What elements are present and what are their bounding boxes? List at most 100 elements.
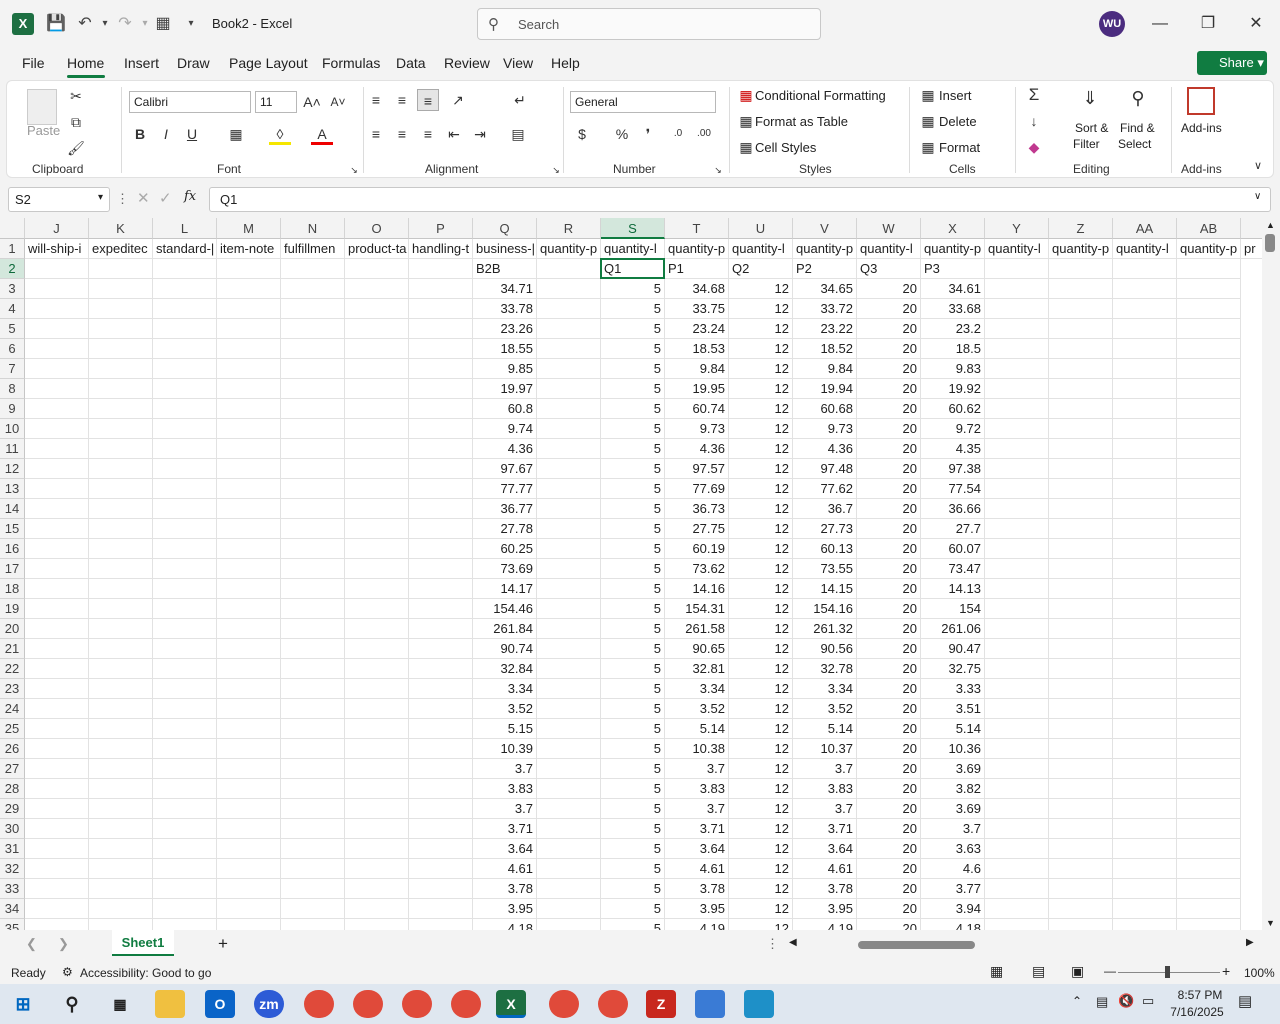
empty-cell[interactable] xyxy=(1177,399,1241,419)
row-header-34[interactable]: 34 xyxy=(0,899,25,919)
empty-cell[interactable] xyxy=(25,679,89,699)
menu-file[interactable]: File xyxy=(22,55,45,71)
data-cell[interactable]: 97.67 xyxy=(473,459,537,479)
data-cell[interactable]: 73.47 xyxy=(921,559,985,579)
paste-icon[interactable] xyxy=(27,89,57,125)
data-cell[interactable]: 20 xyxy=(857,739,921,759)
empty-cell[interactable] xyxy=(153,419,217,439)
data-cell[interactable]: 97.57 xyxy=(665,459,729,479)
data-cell[interactable]: 12 xyxy=(729,699,793,719)
column-header-z[interactable]: Z xyxy=(1049,218,1113,239)
chrome-profile-2-icon[interactable] xyxy=(353,990,383,1018)
empty-cell[interactable] xyxy=(985,419,1049,439)
empty-cell[interactable] xyxy=(25,719,89,739)
empty-cell[interactable] xyxy=(1049,419,1113,439)
data-cell[interactable]: 5 xyxy=(601,519,665,539)
data-cell[interactable]: 3.7 xyxy=(473,759,537,779)
data-cell[interactable]: 12 xyxy=(729,599,793,619)
empty-cell[interactable] xyxy=(25,659,89,679)
empty-cell[interactable] xyxy=(537,479,601,499)
cancel-icon[interactable]: ✕ xyxy=(137,189,150,207)
empty-cell[interactable] xyxy=(409,519,473,539)
row-header-14[interactable]: 14 xyxy=(0,499,25,519)
empty-cell[interactable] xyxy=(281,819,345,839)
empty-cell[interactable] xyxy=(1177,659,1241,679)
data-cell[interactable]: 5 xyxy=(601,699,665,719)
user-avatar[interactable]: WU xyxy=(1099,11,1125,37)
empty-cell[interactable] xyxy=(537,619,601,639)
row2-cell-t[interactable]: P1 xyxy=(665,259,729,279)
empty-cell[interactable] xyxy=(281,599,345,619)
empty-cell[interactable] xyxy=(217,799,281,819)
empty-cell[interactable] xyxy=(25,639,89,659)
data-cell[interactable]: 5 xyxy=(601,359,665,379)
row-header-25[interactable]: 25 xyxy=(0,719,25,739)
data-cell[interactable]: 4.36 xyxy=(793,439,857,459)
empty-cell[interactable] xyxy=(153,379,217,399)
calculator-taskbar-icon[interactable] xyxy=(695,990,725,1018)
row-header-20[interactable]: 20 xyxy=(0,619,25,639)
data-cell[interactable]: 36.7 xyxy=(793,499,857,519)
menu-data[interactable]: Data xyxy=(396,55,426,71)
data-cell[interactable]: 20 xyxy=(857,539,921,559)
empty-cell[interactable] xyxy=(217,919,281,930)
empty-cell[interactable] xyxy=(409,619,473,639)
empty-cell[interactable] xyxy=(217,579,281,599)
empty-cell[interactable] xyxy=(985,879,1049,899)
header-cell[interactable]: quantity-l xyxy=(857,239,921,259)
data-cell[interactable]: 3.7 xyxy=(665,759,729,779)
more-options-icon[interactable]: ⋮ xyxy=(116,191,129,207)
data-cell[interactable]: 261.06 xyxy=(921,619,985,639)
empty-cell[interactable] xyxy=(985,759,1049,779)
empty-cell[interactable] xyxy=(409,539,473,559)
data-cell[interactable]: 12 xyxy=(729,359,793,379)
data-cell[interactable]: 3.64 xyxy=(473,839,537,859)
accessibility-status[interactable]: Accessibility: Good to go xyxy=(80,966,211,980)
minimize-icon[interactable]: — xyxy=(1148,12,1172,36)
data-cell[interactable]: 3.52 xyxy=(665,699,729,719)
empty-cell[interactable] xyxy=(217,359,281,379)
format-cells-icon[interactable]: ▦ xyxy=(917,136,939,158)
empty-cell[interactable] xyxy=(89,839,153,859)
data-cell[interactable]: 19.94 xyxy=(793,379,857,399)
data-cell[interactable]: 5 xyxy=(601,619,665,639)
active-cell-selection[interactable] xyxy=(600,258,665,279)
empty-cell[interactable] xyxy=(217,279,281,299)
empty-cell[interactable] xyxy=(537,679,601,699)
scroll-up-icon[interactable]: ▲ xyxy=(1266,220,1275,230)
data-cell[interactable]: 9.83 xyxy=(921,359,985,379)
empty-cell[interactable] xyxy=(89,739,153,759)
header-cell[interactable]: business-| xyxy=(473,239,537,259)
undo-icon[interactable]: ↶ xyxy=(74,14,96,34)
sort-filter-label-1[interactable]: Sort & xyxy=(1075,121,1108,135)
empty-cell[interactable] xyxy=(217,759,281,779)
empty-cell[interactable] xyxy=(1049,919,1113,930)
data-cell[interactable]: 3.7 xyxy=(793,759,857,779)
row-header-3[interactable]: 3 xyxy=(0,279,25,299)
scroll-down-icon[interactable]: ▼ xyxy=(1266,918,1275,928)
empty-cell[interactable] xyxy=(1049,319,1113,339)
empty-cell[interactable] xyxy=(25,919,89,930)
empty-cell[interactable] xyxy=(89,699,153,719)
empty-cell[interactable] xyxy=(409,859,473,879)
data-cell[interactable]: 5 xyxy=(601,559,665,579)
notifications-icon[interactable]: ▤ xyxy=(1238,992,1252,1010)
header-cell[interactable]: quantity-p xyxy=(1177,239,1241,259)
empty-cell[interactable] xyxy=(217,659,281,679)
empty-cell[interactable] xyxy=(1177,579,1241,599)
data-cell[interactable]: 154.31 xyxy=(665,599,729,619)
empty-cell[interactable] xyxy=(281,719,345,739)
data-cell[interactable]: 12 xyxy=(729,859,793,879)
data-cell[interactable]: 5 xyxy=(601,299,665,319)
empty-cell[interactable] xyxy=(537,319,601,339)
empty-cell[interactable] xyxy=(985,739,1049,759)
data-cell[interactable]: 60.74 xyxy=(665,399,729,419)
empty-cell[interactable] xyxy=(217,499,281,519)
empty-cell[interactable] xyxy=(1113,539,1177,559)
empty-cell[interactable] xyxy=(217,739,281,759)
row-header-9[interactable]: 9 xyxy=(0,399,25,419)
empty-cell[interactable] xyxy=(153,439,217,459)
empty-cell[interactable] xyxy=(89,859,153,879)
empty-cell[interactable] xyxy=(345,839,409,859)
data-cell[interactable]: 154.46 xyxy=(473,599,537,619)
